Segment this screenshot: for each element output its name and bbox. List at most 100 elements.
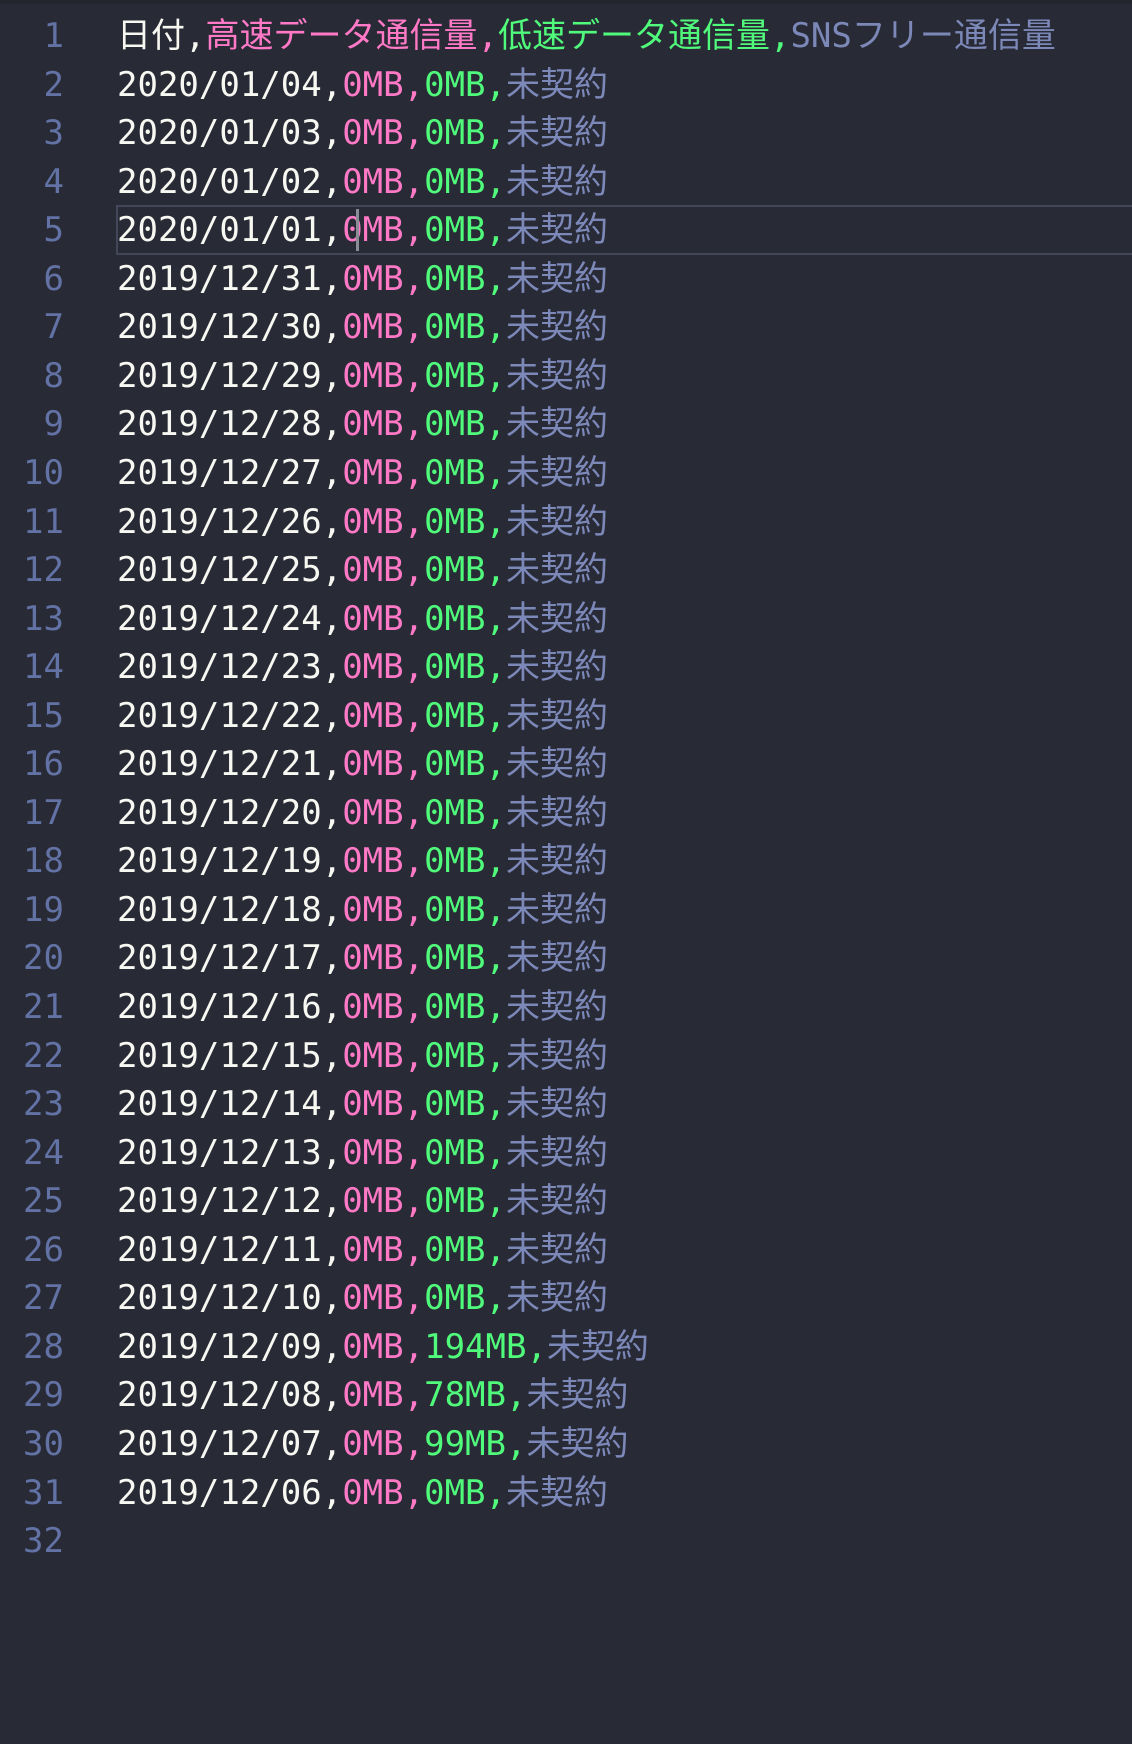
csv-separator: , (485, 841, 506, 882)
editor-line[interactable]: 26 2019/12/11,0MB,0MB,未契約 (0, 1223, 1132, 1277)
editor-line[interactable]: 15 2019/12/22,0MB,0MB,未契約 (0, 689, 1132, 743)
editor-line[interactable]: 12 2019/12/25,0MB,0MB,未契約 (0, 543, 1132, 597)
editor-line[interactable]: 24 2019/12/13,0MB,0MB,未契約 (0, 1126, 1132, 1180)
csv-separator: , (485, 889, 506, 930)
csv-field-low-speed: 0MB (424, 258, 486, 299)
code-editor[interactable]: 1 日付,高速データ通信量,低速データ通信量,SNSフリー通信量 2 2020/01/… (0, 0, 1132, 1744)
csv-field-low-speed: 0MB (424, 987, 486, 1027)
editor-line[interactable]: 14 2019/12/23,0MB,0MB,未契約 (0, 640, 1132, 694)
csv-field-high-speed: 0MB (342, 598, 404, 639)
csv-field-low-speed: 0MB (424, 938, 486, 979)
line-number: 26 (23, 1229, 64, 1270)
editor-line[interactable]: 13 2019/12/24,0MB,0MB,未契約 (0, 592, 1132, 646)
csv-field-low-speed: 0MB (424, 841, 486, 882)
editor-line[interactable]: 6 2019/12/31,0MB,0MB,未契約 (0, 252, 1132, 306)
csv-field-date: 2019/12/26 (117, 501, 322, 542)
editor-line[interactable]: 21 2019/12/16,0MB,0MB,未契約 (0, 980, 1132, 1034)
editor-line[interactable]: 20 2019/12/17,0MB,0MB,未契約 (0, 931, 1132, 985)
line-content: 2019/12/30,0MB,0MB,未契約 (117, 300, 608, 354)
editor-line[interactable]: 3 2020/01/03,0MB,0MB,未契約 (0, 106, 1132, 160)
csv-separator: , (403, 744, 425, 785)
editor-line[interactable]: 28 2019/12/09,0MB,194MB,未契約 (0, 1320, 1132, 1374)
csv-field-date: 2019/12/25 (117, 550, 322, 591)
csv-field-sns: 未契約 (506, 647, 608, 688)
line-number: 5 (43, 210, 64, 251)
csv-field-date: 2019/12/23 (117, 647, 322, 688)
csv-separator: , (403, 550, 425, 591)
csv-field-high-speed: 0MB (342, 258, 404, 299)
line-number: 22 (23, 1035, 64, 1076)
csv-separator: , (403, 355, 425, 396)
csv-separator: , (485, 938, 506, 979)
csv-field-sns: 未契約 (506, 598, 608, 639)
editor-line[interactable]: 19 2019/12/18,0MB,0MB,未契約 (0, 883, 1132, 937)
csv-field-sns: 未契約 (506, 210, 608, 251)
line-content: 2019/12/20,0MB,0MB,未契約 (117, 786, 608, 840)
csv-separator: , (485, 1181, 506, 1222)
editor-line[interactable]: 8 2019/12/29,0MB,0MB,未契約 (0, 349, 1132, 403)
csv-field-date: 2019/12/28 (117, 404, 322, 445)
csv-separator: , (321, 889, 343, 930)
line-content: 2019/12/12,0MB,0MB,未契約 (117, 1174, 608, 1228)
csv-field-low-speed: 0MB (424, 210, 486, 251)
csv-separator: , (403, 647, 425, 688)
line-content: 2019/12/13,0MB,0MB,未契約 (117, 1126, 608, 1180)
csv-separator: , (485, 1035, 506, 1076)
csv-field-sns: 未契約 (506, 355, 608, 396)
csv-separator: , (485, 258, 506, 299)
csv-field-low-speed: 0MB (424, 1035, 486, 1076)
editor-line[interactable]: 9 2019/12/28,0MB,0MB,未契約 (0, 397, 1132, 451)
line-number: 32 (23, 1521, 64, 1562)
editor-line[interactable]: 32 (0, 1514, 1132, 1568)
csv-separator: , (485, 161, 506, 202)
csv-field-high-speed: 0MB (342, 452, 404, 493)
editor-line[interactable]: 30 2019/12/07,0MB,99MB,未契約 (0, 1417, 1132, 1471)
csv-field-low-speed: 0MB (424, 1084, 486, 1125)
csv-field-sns: 未契約 (506, 1472, 608, 1513)
editor-line[interactable]: 4 2020/01/02,0MB,0MB,未契約 (0, 155, 1132, 209)
csv-field-date: 2019/12/11 (117, 1229, 322, 1270)
csv-separator: , (403, 938, 425, 979)
editor-line[interactable]: 1 日付,高速データ通信量,低速データ通信量,SNSフリー通信量 (0, 9, 1132, 63)
csv-field-high-speed: 高速データ通信量 (205, 16, 478, 56)
csv-field-sns: 未契約 (526, 1423, 629, 1464)
csv-field-sns: 未契約 (506, 695, 608, 736)
line-number: 9 (43, 404, 64, 445)
csv-separator: , (321, 550, 343, 591)
csv-separator: , (403, 841, 425, 882)
csv-field-low-speed: 0MB (424, 792, 486, 833)
editor-line[interactable]: 16 2019/12/21,0MB,0MB,未契約 (0, 737, 1132, 791)
csv-separator: , (403, 1375, 425, 1416)
csv-field-high-speed: 0MB (342, 113, 404, 154)
csv-separator: , (321, 1132, 343, 1173)
csv-separator: , (485, 1472, 506, 1513)
editor-line[interactable]: 11 2019/12/26,0MB,0MB,未契約 (0, 495, 1132, 549)
editor-line[interactable]: 29 2019/12/08,0MB,78MB,未契約 (0, 1368, 1132, 1422)
csv-field-high-speed: 0MB (342, 64, 404, 105)
editor-line[interactable]: 22 2019/12/15,0MB,0MB,未契約 (0, 1029, 1132, 1083)
editor-line[interactable]: 10 2019/12/27,0MB,0MB,未契約 (0, 446, 1132, 500)
csv-separator: , (321, 1181, 343, 1222)
line-content: 2019/12/28,0MB,0MB,未契約 (117, 397, 608, 451)
line-number: 20 (23, 938, 64, 979)
csv-field-sns: 未契約 (506, 1278, 608, 1319)
editor-line[interactable]: 5 2020/01/01,0MB,0MB,未契約 (0, 203, 1132, 257)
editor-line[interactable]: 31 2019/12/06,0MB,0MB,未契約 (0, 1466, 1132, 1520)
editor-line[interactable]: 23 2019/12/14,0MB,0MB,未契約 (0, 1077, 1132, 1131)
editor-line[interactable]: 25 2019/12/12,0MB,0MB,未契約 (0, 1174, 1132, 1228)
csv-field-high-speed: 0MB (342, 550, 404, 591)
csv-field-high-speed: 0MB (342, 938, 404, 979)
csv-field-date: 2020/01/03 (117, 113, 322, 154)
editor-line[interactable]: 7 2019/12/30,0MB,0MB,未契約 (0, 300, 1132, 354)
editor-line[interactable]: 27 2019/12/10,0MB,0MB,未契約 (0, 1271, 1132, 1325)
editor-line[interactable]: 18 2019/12/19,0MB,0MB,未契約 (0, 834, 1132, 888)
line-number: 17 (23, 792, 64, 833)
line-content: 2019/12/14,0MB,0MB,未契約 (117, 1077, 608, 1131)
editor-line[interactable]: 2 2020/01/04,0MB,0MB,未契約 (0, 58, 1132, 112)
csv-field-low-speed: 0MB (424, 1229, 486, 1270)
line-content: 2019/12/22,0MB,0MB,未契約 (117, 689, 608, 743)
csv-field-date: 2019/12/08 (117, 1375, 322, 1416)
csv-field-low-speed: 194MB (424, 1326, 527, 1367)
csv-field-high-speed: 0MB (342, 647, 404, 688)
editor-line[interactable]: 17 2019/12/20,0MB,0MB,未契約 (0, 786, 1132, 840)
